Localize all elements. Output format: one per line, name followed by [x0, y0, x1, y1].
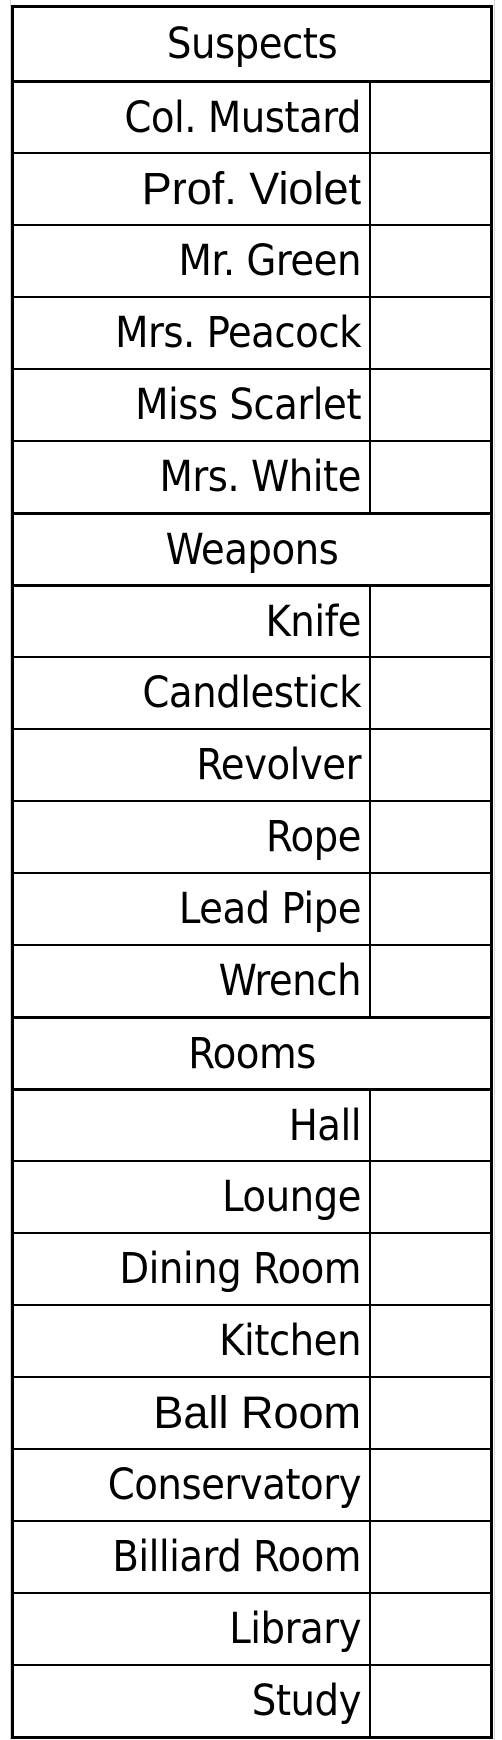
- mark-cell[interactable]: [371, 1234, 490, 1304]
- item-label: Col. Mustard: [14, 83, 371, 152]
- checklist-row: Ball Room: [14, 1376, 490, 1448]
- section-header-rooms: Rooms: [14, 1016, 490, 1088]
- checklist-row: Mr. Green: [14, 224, 490, 296]
- item-label: Knife: [14, 587, 371, 656]
- checklist-row: Prof. Violet: [14, 152, 490, 224]
- checklist-row: Lead Pipe: [14, 872, 490, 944]
- mark-cell[interactable]: [371, 1378, 490, 1448]
- mark-cell[interactable]: [371, 1091, 490, 1160]
- checklist-row: Knife: [14, 584, 490, 656]
- item-label: Kitchen: [14, 1306, 371, 1376]
- mark-cell[interactable]: [371, 1306, 490, 1376]
- mark-cell[interactable]: [371, 1450, 490, 1520]
- item-label: Rope: [14, 802, 371, 872]
- item-label: Dining Room: [14, 1234, 371, 1304]
- item-label: Billiard Room: [14, 1522, 371, 1592]
- item-label: Conservatory: [14, 1450, 371, 1520]
- checklist-row: Rope: [14, 800, 490, 872]
- item-label: Mr. Green: [14, 226, 371, 296]
- item-label: Lounge: [14, 1162, 371, 1232]
- section-header-weapons: Weapons: [14, 512, 490, 584]
- checklist-row: Lounge: [14, 1160, 490, 1232]
- item-label: Ball Room: [14, 1378, 371, 1448]
- mark-cell[interactable]: [371, 802, 490, 872]
- checklist-row: Billiard Room: [14, 1520, 490, 1592]
- mark-cell[interactable]: [371, 1594, 490, 1664]
- mark-cell[interactable]: [371, 1162, 490, 1232]
- checklist-row: Dining Room: [14, 1232, 490, 1304]
- checklist-row: Mrs. White: [14, 440, 490, 512]
- item-label: Candlestick: [14, 658, 371, 728]
- mark-cell[interactable]: [371, 1666, 490, 1736]
- checklist-row: Revolver: [14, 728, 490, 800]
- section-header-suspects: Suspects: [166, 19, 338, 69]
- checklist-row: Wrench: [14, 944, 490, 1016]
- checklist-row: Hall: [14, 1088, 490, 1160]
- checklist-row: Mrs. Peacock: [14, 296, 490, 368]
- item-label: Miss Scarlet: [14, 370, 371, 440]
- item-label: Prof. Violet: [14, 154, 371, 224]
- mark-cell[interactable]: [371, 154, 490, 224]
- grid-column-line-right: [494, 0, 495, 1740]
- mark-cell[interactable]: [371, 730, 490, 800]
- clue-checklist-table: Suspects Col. Mustard Prof. Violet Mr. G…: [11, 5, 493, 1739]
- item-label: Study: [14, 1666, 371, 1736]
- item-label: Wrench: [14, 946, 371, 1016]
- item-label: Lead Pipe: [14, 874, 371, 944]
- checklist-row: Study: [14, 1664, 490, 1736]
- mark-cell[interactable]: [371, 442, 490, 512]
- checklist-row: Col. Mustard: [14, 80, 490, 152]
- mark-cell[interactable]: [371, 874, 490, 944]
- item-label: Revolver: [14, 730, 371, 800]
- checklist-row: Candlestick: [14, 656, 490, 728]
- mark-cell[interactable]: [371, 83, 490, 152]
- mark-cell[interactable]: [371, 370, 490, 440]
- checklist-row: Kitchen: [14, 1304, 490, 1376]
- mark-cell[interactable]: [371, 946, 490, 1016]
- mark-cell[interactable]: [371, 226, 490, 296]
- item-label: Mrs. White: [14, 442, 371, 512]
- mark-cell[interactable]: [371, 658, 490, 728]
- checklist-row: Library: [14, 1592, 490, 1664]
- mark-cell[interactable]: [371, 1522, 490, 1592]
- mark-cell[interactable]: [371, 587, 490, 656]
- item-label: Hall: [14, 1091, 371, 1160]
- checklist-row: Miss Scarlet: [14, 368, 490, 440]
- item-label: Library: [14, 1594, 371, 1664]
- checklist-row: Conservatory: [14, 1448, 490, 1520]
- mark-cell[interactable]: [371, 298, 490, 368]
- item-label: Mrs. Peacock: [14, 298, 371, 368]
